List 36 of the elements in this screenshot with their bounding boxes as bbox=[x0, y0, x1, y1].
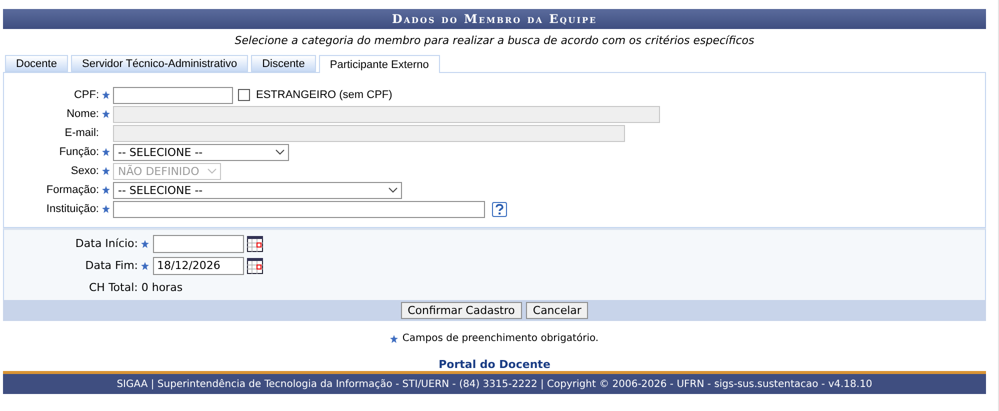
help-icon[interactable] bbox=[492, 202, 507, 216]
field-label: Nome: bbox=[66, 108, 99, 120]
chevron-down-icon bbox=[275, 149, 285, 155]
required-note: Campos de preenchimento obrigatório. bbox=[402, 333, 599, 344]
checkbox-label: ESTRANGEIRO (sem CPF) bbox=[256, 89, 392, 101]
section-title: Dados do Membro da Equipe bbox=[3, 9, 986, 29]
portal-link[interactable]: Portal do Docente bbox=[438, 358, 550, 371]
checkbox[interactable] bbox=[238, 89, 250, 101]
field-label: Data Início: bbox=[74, 237, 138, 250]
field-label: Formação: bbox=[45, 184, 99, 196]
form-button[interactable]: Cancelar bbox=[526, 302, 588, 319]
field-label: Função: bbox=[58, 146, 99, 158]
calendar-icon[interactable] bbox=[247, 236, 263, 252]
calendar-icon[interactable] bbox=[247, 258, 263, 274]
tab[interactable]: Discente bbox=[251, 55, 316, 72]
dropdown[interactable]: -- SELECIONE -- bbox=[113, 144, 289, 160]
chevron-down-icon bbox=[388, 187, 398, 193]
field-label: CPF: bbox=[72, 89, 99, 101]
field-label: E-mail: bbox=[64, 127, 99, 139]
date-field[interactable]: 18/12/2026 bbox=[153, 256, 244, 274]
date-field[interactable] bbox=[153, 234, 244, 252]
text-field[interactable] bbox=[113, 200, 485, 218]
form-button[interactable]: Confirmar Cadastro bbox=[400, 302, 522, 319]
tab[interactable]: Docente bbox=[5, 55, 68, 72]
field-label: Data Fim: bbox=[84, 259, 138, 272]
chevron-down-icon bbox=[207, 168, 217, 174]
instruction-text: Selecione a categoria do membro para realizar a busca de acordo com os critérios específicos bbox=[234, 33, 756, 49]
field-label: Instituição: bbox=[45, 203, 99, 215]
total-hours-text: CH Total: 0 horas bbox=[89, 281, 183, 294]
dropdown[interactable]: -- SELECIONE -- bbox=[113, 182, 402, 198]
tab[interactable]: Servidor Técnico-Administrativo bbox=[70, 55, 248, 72]
required-star-icon bbox=[390, 334, 398, 342]
footer: SIGAA | Superintendência de Tecnologia da Informação - STI/UERN - (84) 3315-2222 | Copyright © 2006-2026 - UFRN - sigs-sus.sustentacao - v4.18.10 bbox=[3, 371, 986, 394]
tab[interactable]: Participante Externo bbox=[318, 55, 440, 73]
field-label: Sexo: bbox=[70, 165, 99, 177]
text-field[interactable] bbox=[113, 86, 233, 104]
